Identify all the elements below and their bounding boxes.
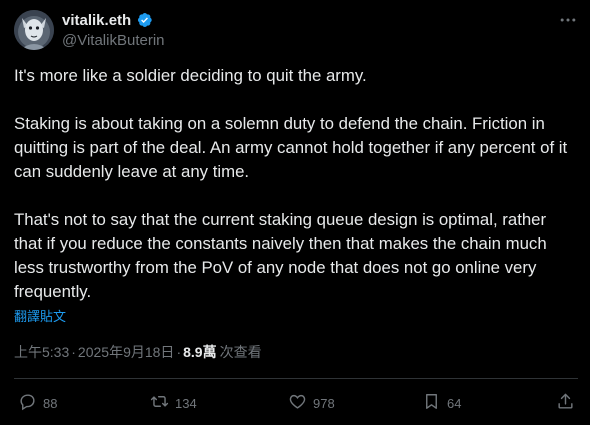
author-name-row: vitalik.eth <box>62 11 153 29</box>
action-bar: 88 134 978 64 <box>18 392 576 414</box>
tweet-paragraph: That's not to say that the current staki… <box>14 210 547 301</box>
retweet-icon <box>150 392 169 414</box>
more-options-icon[interactable] <box>558 10 578 30</box>
like-count: 978 <box>313 395 335 411</box>
author-display-name[interactable]: vitalik.eth <box>62 12 131 29</box>
reply-icon <box>18 392 37 414</box>
retweet-count: 134 <box>175 395 197 411</box>
avatar[interactable] <box>14 10 54 50</box>
share-icon <box>556 392 575 414</box>
meta-separator: · <box>176 344 182 360</box>
like-icon <box>288 392 307 414</box>
tweet-paragraph: It's more like a soldier deciding to qui… <box>14 66 367 85</box>
tweet-paragraph: Staking is about taking on a solemn duty… <box>14 114 568 181</box>
share-button[interactable] <box>556 392 575 414</box>
verified-badge-icon <box>135 11 153 29</box>
bookmark-count: 64 <box>447 395 462 411</box>
reply-button[interactable]: 88 <box>18 392 57 414</box>
tweet-text: It's more like a soldier deciding to qui… <box>14 64 574 304</box>
avatar-image <box>14 10 54 50</box>
reply-count: 88 <box>43 395 58 411</box>
author-handle[interactable]: @VitalikButerin <box>62 32 165 49</box>
tweet-time[interactable]: 上午5:33 <box>14 342 69 362</box>
retweet-button[interactable]: 134 <box>150 392 197 414</box>
tweet-meta: 上午5:33 · 2025年9月18日 · 8.9萬 次查看 <box>14 342 262 362</box>
views-label: 次查看 <box>219 344 262 360</box>
meta-separator: · <box>71 344 76 360</box>
tweet-date[interactable]: 2025年9月18日 <box>78 342 175 362</box>
views-count: 8.9萬 <box>183 344 217 360</box>
bookmark-icon <box>422 392 441 414</box>
divider <box>14 378 578 379</box>
like-button[interactable]: 978 <box>288 392 335 414</box>
bookmark-button[interactable]: 64 <box>422 392 461 414</box>
translate-post-link[interactable]: 翻譯貼文 <box>14 306 66 325</box>
